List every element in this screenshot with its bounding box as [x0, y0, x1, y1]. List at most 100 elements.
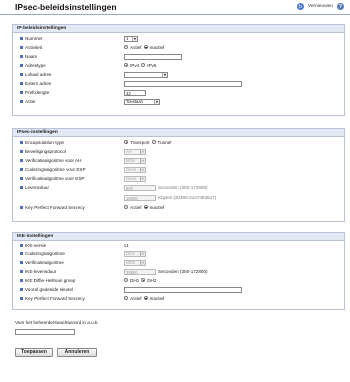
ipv6-radio[interactable] — [141, 63, 146, 67]
lifetime-kbytes-input[interactable]: 16000 — [124, 194, 156, 201]
row-ike-version: IKE-versie v1 — [13, 242, 344, 250]
title-bar: IPsec-beleidsinstellingen ↻ Vernieuwen ? — [0, 0, 350, 15]
activity-active-radio[interactable] — [124, 45, 128, 49]
bullet-icon — [20, 186, 23, 189]
dh2-label: DH2 — [147, 277, 157, 283]
row-ike-pfs: Key Perfect Forward Secrecy Actief Inact… — [13, 295, 344, 303]
ike-pfs-label: Key Perfect Forward Secrecy — [25, 296, 85, 301]
row-ipsec-pfs: Key Perfect Forward Secrecy Actief Inact… — [13, 204, 344, 212]
row-ike-lifetime: IKE-levensduur 28800 Seconden (300-172800… — [13, 268, 344, 276]
dh1-label: DH1 — [130, 277, 140, 283]
chevron-down-icon: ▼ — [140, 176, 145, 181]
psk-label: Vooraf gedeelde sleutel — [25, 287, 74, 292]
ike-lifetime-label: IKE-levensduur — [25, 269, 57, 274]
transport-label: Transport — [130, 139, 150, 145]
bullet-icon — [20, 252, 23, 255]
auth-esp-label: Verificatiealgoritme voor ESP — [25, 176, 85, 181]
row-auth-esp: Verificatiealgoritme voor ESP Geen ▼ — [13, 175, 344, 183]
dh2-radio[interactable] — [141, 278, 146, 282]
chevron-down-icon: ▼ — [132, 36, 137, 41]
bullet-icon — [20, 288, 23, 291]
apply-button[interactable]: Toepassen — [15, 348, 53, 357]
ike-enc-label: Coderingsalgoritme — [25, 251, 65, 256]
help-icon[interactable]: ? — [337, 3, 344, 10]
lifetime-seconds-input[interactable]: 600 — [124, 184, 156, 191]
bullet-icon — [20, 82, 23, 85]
ike-pfs-inactive-label: Inactief — [149, 295, 165, 301]
bullet-icon — [20, 37, 23, 40]
ip-policy-section: IP-beleidsinstellingen Nummer 1 ▼ Activit… — [12, 24, 345, 116]
ike-pfs-inactive-radio[interactable] — [143, 296, 148, 300]
auth-esp-select[interactable]: Geen ▼ — [124, 175, 146, 182]
row-enc-esp: Coderingsalgoritme voor ESP Geen ▼ — [13, 166, 344, 174]
dh-group-label: IKE Diffie-Hellman groep — [25, 278, 76, 283]
row-dh-group: IKE Diffie-Hellman groep DH1 DH2 — [13, 277, 344, 285]
ipsec-pfs-active-label: Actief — [130, 204, 142, 210]
lifetime-kbytes-unit: Kbytes (20480-2147483647) — [158, 195, 217, 200]
ipsec-pfs-inactive-radio[interactable] — [143, 205, 148, 209]
remote-address-input[interactable] — [124, 80, 242, 87]
chevron-down-icon: ▼ — [140, 251, 145, 256]
encapsulation-label: Encapsulation-type — [25, 140, 65, 145]
psk-input[interactable] — [124, 286, 242, 293]
activity-active-label: Actief — [130, 44, 142, 50]
address-type-label: Adrestype — [25, 63, 46, 68]
row-prefix-length: Prefixlengte 32 — [13, 89, 344, 97]
password-input[interactable] — [15, 329, 75, 335]
row-name: Naam — [13, 53, 344, 61]
activity-inactive-radio[interactable] — [143, 45, 148, 49]
ike-lifetime-input[interactable]: 28800 — [124, 268, 156, 275]
ike-section-title: IKE-instellingen — [13, 233, 344, 241]
dh1-radio[interactable] — [124, 278, 128, 282]
name-label: Naam — [25, 54, 38, 59]
row-address-type: Adrestype IPv4 IPv6 — [13, 62, 344, 70]
chevron-down-icon: ▼ — [140, 149, 145, 154]
prefix-length-label: Prefixlengte — [25, 90, 50, 95]
ike-enc-select[interactable]: DES ▼ — [124, 250, 146, 257]
row-encapsulation: Encapsulation-type Transport Tunnel — [13, 139, 344, 147]
prefix-length-input[interactable]: 32 — [124, 89, 146, 96]
row-security-protocol: Beveiligingsprotocol AH ▼ — [13, 148, 344, 156]
transport-radio[interactable] — [124, 140, 128, 144]
row-ike-enc: Coderingsalgoritme DES ▼ — [13, 250, 344, 258]
security-protocol-select[interactable]: AH ▼ — [124, 148, 146, 155]
ipv4-radio[interactable] — [124, 63, 128, 67]
name-input[interactable] — [124, 53, 182, 60]
auth-ah-select[interactable]: MD5 ▼ — [124, 157, 146, 164]
action-label: Actie — [25, 99, 36, 104]
ike-auth-select[interactable]: MD5 ▼ — [124, 259, 146, 266]
enc-esp-select[interactable]: Geen ▼ — [124, 166, 146, 173]
ipsec-section-title: IPsec-instellingen — [13, 129, 344, 137]
activity-inactive-label: Inactief — [149, 44, 165, 50]
ipsec-pfs-inactive-label: Inactief — [149, 204, 165, 210]
row-lifetime-kbytes: 16000 Kbytes (20480-2147483647) — [13, 194, 344, 202]
bullet-icon — [20, 177, 23, 180]
bullet-icon — [20, 297, 23, 300]
ipsec-pfs-active-radio[interactable] — [124, 205, 128, 209]
tunnel-radio[interactable] — [151, 140, 156, 144]
security-protocol-label: Beveiligingsprotocol — [25, 149, 66, 154]
number-select[interactable]: 1 ▼ — [124, 35, 138, 42]
bullet-icon — [20, 261, 23, 264]
refresh-icon[interactable]: ↻ — [296, 3, 304, 10]
bullet-icon — [20, 206, 23, 209]
bullet-icon — [20, 159, 23, 162]
number-label: Nummer — [25, 36, 43, 41]
refresh-link[interactable]: Vernieuwen — [308, 4, 333, 9]
ipsec-pfs-label: Key Perfect Forward Secrecy — [25, 205, 85, 210]
chevron-down-icon: ▼ — [162, 72, 167, 77]
page-title: IPsec-beleidsinstellingen — [15, 2, 117, 12]
cancel-button[interactable]: Annuleren — [57, 348, 97, 357]
action-select[interactable]: Toestaan ▼ — [124, 98, 160, 105]
lifetime-seconds-unit: Seconden (300-172800) — [158, 185, 208, 190]
auth-ah-label: Verificatiealgoritme voor AH — [25, 158, 82, 163]
chevron-down-icon: ▼ — [154, 99, 159, 104]
local-address-select[interactable]: ▼ — [124, 71, 168, 78]
ike-pfs-active-radio[interactable] — [124, 296, 128, 300]
bullet-icon — [20, 141, 23, 144]
row-activity: Activiteit Actief Inactief — [13, 44, 344, 52]
bullet-icon — [20, 91, 23, 94]
ike-version-value: v1 — [124, 242, 129, 248]
password-label: Voer het beheerderswachtwoord in a.u.b. — [15, 320, 99, 325]
row-number: Nummer 1 ▼ — [13, 35, 344, 43]
